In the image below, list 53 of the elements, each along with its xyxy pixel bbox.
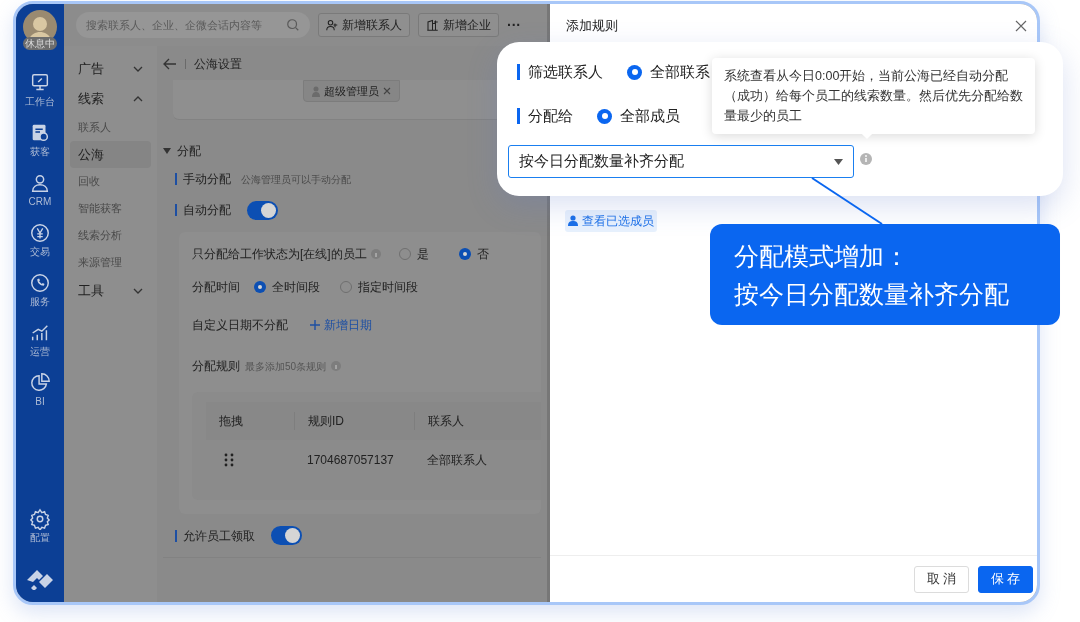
mode-select[interactable]: 按今日分配数量补齐分配 bbox=[508, 145, 854, 178]
nav-item[interactable]: 来源管理 bbox=[70, 249, 151, 276]
column-header: 规则ID bbox=[294, 412, 414, 430]
toolbar-button[interactable]: 新增企业 bbox=[418, 13, 499, 37]
rail-item[interactable]: 工作台 bbox=[25, 96, 55, 108]
radio-label[interactable]: 是 bbox=[416, 245, 429, 263]
drawer-title: 添加规则 bbox=[566, 17, 618, 36]
column-header: 拖拽 bbox=[218, 413, 244, 430]
view-members-link[interactable]: 查看已选成员 bbox=[565, 209, 657, 232]
toolbar-button[interactable]: 新增联系人 bbox=[318, 13, 410, 37]
nav-item[interactable]: 联系人 bbox=[70, 114, 151, 141]
column-header: 联系人 bbox=[414, 412, 541, 430]
section-title[interactable]: 分配 bbox=[177, 142, 201, 160]
rail-item[interactable]: 服务 bbox=[30, 296, 50, 308]
save-button[interactable]: 保 存 bbox=[978, 565, 1033, 593]
field-label: 自动分配 bbox=[183, 202, 231, 219]
rail-item[interactable]: 获客 bbox=[30, 146, 50, 158]
field-label: 只分配给工作状态为[在线]的员工 bbox=[192, 246, 367, 263]
radio-label[interactable]: 全部联系 bbox=[650, 60, 710, 84]
rail-item[interactable]: 交易 bbox=[30, 246, 50, 258]
callout-text: 按今日分配数量补齐分配 bbox=[734, 278, 1010, 310]
field-label: 分配时间 bbox=[192, 279, 240, 296]
nav-item[interactable]: 智能获客 bbox=[70, 195, 151, 222]
page-title: 公海设置 bbox=[194, 56, 242, 73]
rail-item[interactable]: 运营 bbox=[30, 346, 50, 358]
cancel-button[interactable]: 取 消 bbox=[914, 565, 969, 593]
nav-group[interactable]: 线索 bbox=[78, 89, 104, 109]
select-value: 按今日分配数量补齐分配 bbox=[519, 151, 684, 172]
rail-item[interactable]: BI bbox=[35, 396, 45, 408]
field-label: 筛选联系人 bbox=[528, 61, 603, 82]
field-label: 手动分配 bbox=[183, 171, 231, 188]
radio-label[interactable]: 否 bbox=[476, 245, 489, 263]
nav-item[interactable]: 线索分析 bbox=[70, 222, 151, 249]
nav-item[interactable]: 公海 bbox=[70, 141, 151, 168]
nav-item[interactable]: 回收 bbox=[70, 168, 151, 195]
callout-text: 分配模式增加： bbox=[734, 240, 910, 272]
field-label: 自定义日期不分配 bbox=[192, 317, 288, 334]
rail-item[interactable]: 配置 bbox=[30, 532, 50, 544]
radio-label[interactable]: 全时间段 bbox=[272, 278, 320, 296]
nav-group[interactable]: 工具 bbox=[78, 281, 104, 301]
radio-label[interactable]: 全部成员 bbox=[620, 104, 680, 128]
tag-text: 超级管理员 bbox=[324, 83, 379, 99]
field-label: 允许员工领取 bbox=[183, 527, 255, 545]
tooltip-text: 系统查看从今日0:00开始，当前公海已经自动分配（成功）给每个员工的线索数量。然后优先分配给数量最少的员工 bbox=[724, 68, 1023, 125]
radio-label[interactable]: 指定时间段 bbox=[358, 278, 418, 296]
field-label: 分配给 bbox=[528, 105, 573, 126]
status-badge: 休息中 bbox=[23, 37, 57, 50]
nav-group[interactable]: 广告 bbox=[78, 59, 104, 79]
table-cell-text: 1704687057137 bbox=[306, 452, 395, 469]
field-label: 分配规则 bbox=[192, 358, 240, 375]
rail-item[interactable]: CRM bbox=[28, 196, 52, 208]
more-button[interactable]: ··· bbox=[507, 18, 521, 32]
table-cell-text: 全部联系人 bbox=[426, 452, 488, 469]
